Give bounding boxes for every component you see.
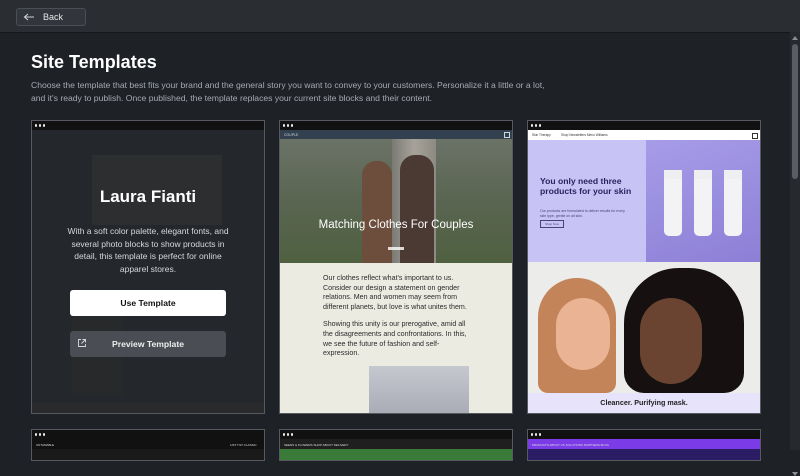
hero-headline: You only need three products for your sk… xyxy=(540,176,632,196)
browser-chrome xyxy=(280,121,512,130)
template-card-untamable[interactable]: UNTAMABLE LIST TILT CLASSIC xyxy=(31,429,265,461)
template-logo: Skin Therapy xyxy=(532,133,551,137)
preview-label: Preview Template xyxy=(112,339,184,349)
top-bar: Back xyxy=(0,0,800,33)
use-template-button[interactable]: Use Template xyxy=(70,290,226,316)
body-paragraph: Showing this unity is our prerogative, a… xyxy=(323,320,467,358)
body-paragraph: Our clothes reflect what's important to … xyxy=(323,274,467,311)
product-caption: Cleancer. Purifying mask. xyxy=(528,393,760,413)
template-body-text: Our clothes reflect what's important to … xyxy=(323,274,473,367)
template-logo: UNTAMABLE xyxy=(36,442,55,447)
back-label: Back xyxy=(43,12,64,22)
template-card-tech[interactable]: PRODUCTS ABOUT US SOLUTIONS PARTNERS BLO… xyxy=(527,429,761,461)
browser-chrome xyxy=(528,121,760,130)
template-name: Laura Fianti xyxy=(99,187,197,206)
browser-chrome xyxy=(32,430,264,439)
template-nav-links: Shop Newsletters Menu Williams xyxy=(561,133,608,137)
template-description: With a soft color palette, elegant fonts… xyxy=(67,226,229,274)
template-nav: SEEDS & FLOWERS SHOP ABOUT DELIVERY xyxy=(280,439,512,449)
scroll-thumb[interactable] xyxy=(792,44,798,179)
product-image xyxy=(646,140,760,262)
template-card-laura-fianti[interactable]: Laura Fianti With a soft color palette, … xyxy=(31,120,265,414)
template-card-flowers[interactable]: SEEDS & FLOWERS SHOP ABOUT DELIVERY xyxy=(279,429,513,461)
cart-icon xyxy=(752,132,758,139)
page-description: Choose the template that best fits your … xyxy=(31,80,545,103)
back-button[interactable]: Back xyxy=(16,8,86,26)
template-nav: COUPLE xyxy=(280,130,512,139)
scrollbar[interactable] xyxy=(790,32,800,476)
scroll-up-icon[interactable] xyxy=(792,36,798,40)
template-card-couple[interactable]: COUPLE Matching Clothes For Couples Our … xyxy=(279,120,513,414)
external-link-icon xyxy=(78,339,86,347)
template-nav: UNTAMABLE LIST TILT CLASSIC xyxy=(32,439,264,449)
shop-now-button: Shop Now xyxy=(540,220,564,228)
browser-chrome xyxy=(280,430,512,439)
fabric-image xyxy=(369,366,469,413)
template-nav-links: PRODUCTS ABOUT US SOLUTIONS PARTNERS BLO… xyxy=(532,442,610,447)
template-nav: PRODUCTS ABOUT US SOLUTIONS PARTNERS BLO… xyxy=(528,439,760,449)
scroll-down-icon[interactable] xyxy=(792,472,798,476)
page-title: Site Templates xyxy=(31,52,157,72)
arrow-left-icon xyxy=(23,13,34,21)
preview-template-button[interactable]: Preview Template xyxy=(70,331,226,357)
hero-image: Matching Clothes For Couples xyxy=(280,139,512,263)
hero-panel xyxy=(528,140,646,262)
hero-subtext: Our products are formulated to deliver r… xyxy=(540,209,625,218)
cart-icon xyxy=(504,132,510,138)
template-nav-links: LIST TILT CLASSIC xyxy=(230,442,257,447)
template-logo: COUPLE xyxy=(284,132,299,137)
models-image xyxy=(528,262,760,393)
template-card-skin-therapy[interactable]: Skin Therapy Shop Newsletters Menu Willi… xyxy=(527,120,761,414)
browser-chrome xyxy=(32,121,264,130)
template-nav-links: SEEDS & FLOWERS SHOP ABOUT DELIVERY xyxy=(284,442,349,447)
hero-title: Matching Clothes For Couples xyxy=(318,219,474,231)
browser-chrome xyxy=(528,430,760,439)
